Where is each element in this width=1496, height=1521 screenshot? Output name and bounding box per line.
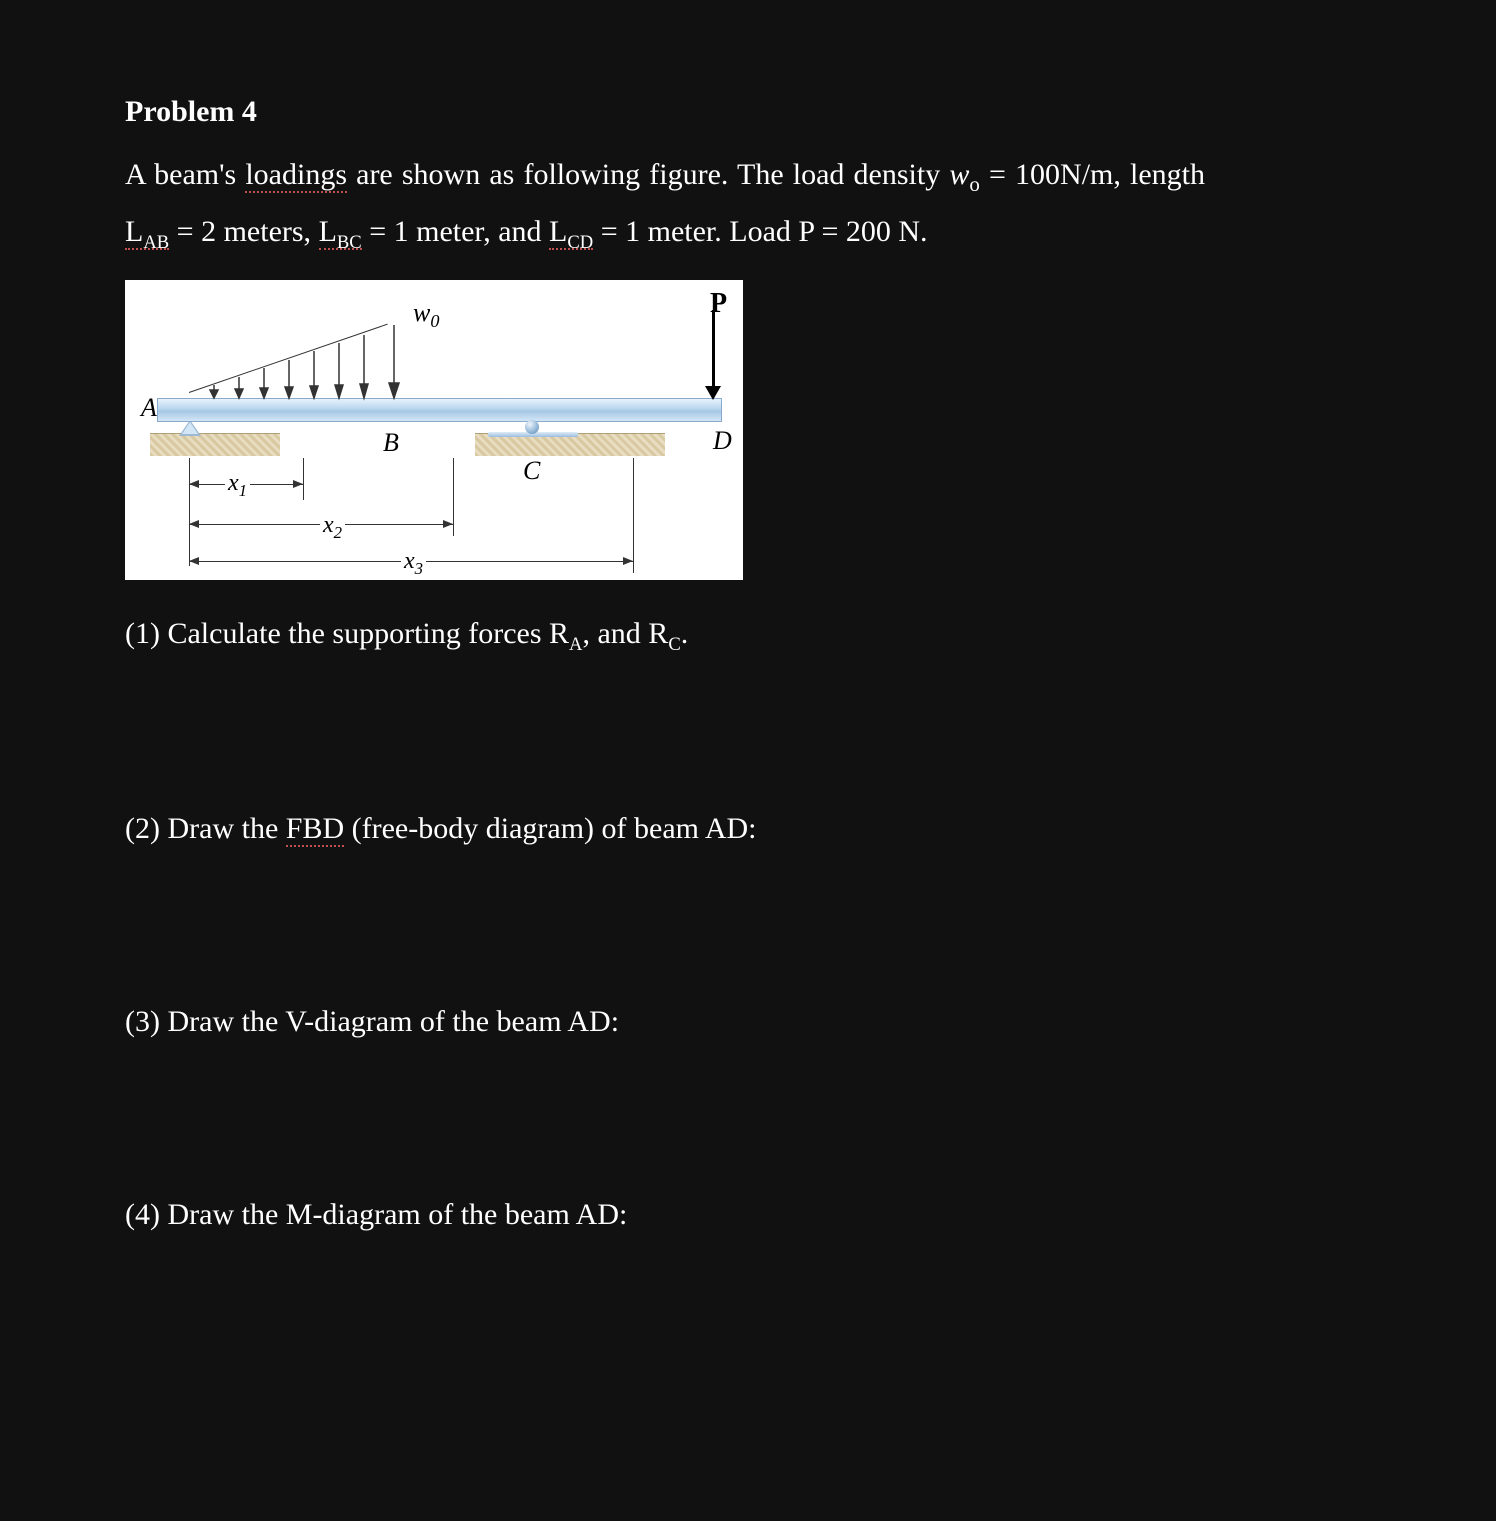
desc-text: = 1 meter. Load P = 200 N. [593,215,927,248]
symbol-L: L [549,215,567,248]
label-B: B [383,428,399,458]
underlined-L: LBC [319,215,362,250]
question-1: (1) Calculate the supporting forces RA, … [125,610,1205,660]
label-x3: x3 [401,548,426,579]
x2-sub: 2 [334,523,342,542]
label-x1: x1 [225,470,250,501]
desc-text: are shown as following figure. The load … [347,158,949,191]
problem-page: Problem 4 A beam's loadings are shown as… [125,95,1205,1239]
distributed-load-arrows [189,325,399,400]
arrow-shaft [712,310,715,388]
label-A: A [141,393,157,423]
ground-hatch-left [150,433,280,456]
desc-text: = 100N/m, length [980,158,1205,191]
x3-sub: 3 [415,559,423,578]
arrow-left-icon [189,520,199,528]
problem-heading: Problem 4 [125,95,1205,129]
x2-sym: x [323,512,334,538]
q2-text: (free-body diagram) of beam AD: [344,812,756,845]
desc-text: = 2 meters, [169,215,318,248]
label-w0: w0 [413,298,439,332]
dim-tick [189,458,190,566]
point-load-P [703,310,723,400]
sub-A: A [569,634,582,655]
arrow-right-icon [443,520,453,528]
underlined-L: LCD [549,215,593,250]
sub-AB: AB [143,232,169,253]
problem-description: A beam's loadings are shown as following… [125,147,1205,260]
q2-text: (2) Draw the [125,812,286,845]
sub-C: C [668,634,680,655]
beam-figure: A B C D P w0 x1 x2 x3 [125,280,743,580]
underlined-loadings: loadings [245,158,347,193]
pin-support-shine [182,422,198,434]
x1-sym: x [228,470,239,496]
sub-CD: CD [567,232,593,253]
arrow-right-icon [623,557,633,565]
question-2: (2) Draw the FBD (free-body diagram) of … [125,805,1205,853]
desc-text: A beam's [125,158,245,191]
x3-sym: x [404,548,415,574]
question-4: (4) Draw the M-diagram of the beam AD: [125,1191,1205,1239]
beam-body [157,398,722,422]
desc-text: = 1 meter, and [362,215,549,248]
distributed-load [189,325,399,397]
symbol-L: L [319,215,337,248]
w0-sym: w [413,298,430,327]
underlined-L: LAB [125,215,169,250]
label-P: P [710,288,727,320]
question-3: (3) Draw the V-diagram of the beam AD: [125,998,1205,1046]
w0-sub: 0 [430,311,439,331]
q1-text: (1) Calculate the supporting forces R [125,617,569,650]
symbol-L: L [125,215,143,248]
q1-text: . [681,617,689,650]
dim-tick [303,458,304,500]
arrow-left-icon [189,480,199,488]
label-D: D [713,426,732,456]
symbol-w: w [949,158,969,191]
arrow-right-icon [293,480,303,488]
x1-sub: 1 [239,481,247,500]
dim-tick [633,458,634,573]
arrow-head-icon [705,386,721,400]
sub-BC: BC [337,232,362,253]
label-x2: x2 [320,512,345,543]
arrow-left-icon [189,557,199,565]
q1-text: , and R [582,617,668,650]
sub-o: o [969,172,980,196]
label-C: C [523,456,540,486]
underlined-fbd: FBD [286,812,344,847]
dim-tick [453,458,454,536]
